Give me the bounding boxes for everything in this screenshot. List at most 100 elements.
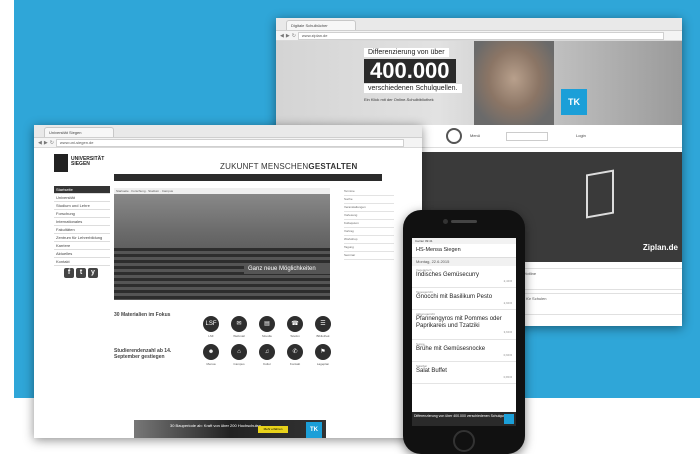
list-item[interactable]: Vortrag	[344, 228, 394, 236]
slogan-light: ZUKUNFT MENSCHEN	[220, 162, 309, 171]
ad-banner[interactable]: Differenzierung von über 400.000 verschi…	[276, 41, 682, 125]
sidebar-item[interactable]: Startseite	[54, 186, 110, 194]
back-icon[interactable]: ◀	[38, 140, 42, 146]
camera-icon	[443, 219, 448, 224]
home-button[interactable]	[453, 430, 475, 452]
ad-banner[interactable]: 30 Bauperiode ab: Kraft von über 200 Hoc…	[134, 420, 326, 438]
url-field[interactable]: www.ziplan.de	[297, 31, 664, 40]
url-field[interactable]: www.uni-siegen.de	[55, 138, 404, 147]
tk-logo-icon	[504, 414, 514, 424]
hero-tabs[interactable]: Startseite · Forschung · Studium · Campu…	[114, 188, 330, 194]
browser-tab[interactable]: Universität Siegen	[44, 127, 114, 137]
side-list: Service-Hotline Werbung für Schulen	[506, 268, 682, 318]
quicklink[interactable]: ♫ Kultur	[258, 344, 276, 366]
logo-text: UNIVERSITÄT SIEGEN	[71, 156, 105, 167]
list-item[interactable]: Veranstaltungen	[344, 204, 394, 212]
browser-tabbar: Universität Siegen	[34, 125, 422, 138]
phone-ad-text: Differenzierung von über 400.000 verschi…	[414, 414, 512, 418]
menu-link[interactable]: Menü	[470, 133, 480, 138]
address-bar: ◀ ▶ ↻ www.ziplan.de	[276, 31, 682, 41]
search-input[interactable]	[506, 132, 548, 141]
sidebar-item[interactable]: Aktuelles	[54, 250, 110, 258]
university-logo[interactable]: UNIVERSITÄT SIEGEN	[54, 154, 124, 176]
banner-small: Ein Klick mit der Online-Schulbibliothek	[364, 97, 434, 102]
map-icon: ⚑	[315, 344, 331, 360]
login-link[interactable]: Login	[576, 133, 586, 138]
quicklink[interactable]: ⌂ Campus	[230, 344, 248, 366]
forward-icon[interactable]: ▶	[44, 140, 48, 146]
library-icon: ☰	[315, 316, 331, 332]
list-item[interactable]: Seminar	[344, 252, 394, 260]
smartphone: Carrier 09:41 HS-Mensa Siegen Montag, 22…	[403, 210, 525, 454]
quicklink[interactable]: ✉ Webmail	[230, 316, 248, 338]
sidebar-item[interactable]: Universität	[54, 194, 110, 202]
back-icon[interactable]: ◀	[280, 33, 284, 39]
book-icon	[586, 169, 614, 219]
sidebar-item[interactable]: Zentrum für Lehrerbildung	[54, 234, 110, 242]
twitter-icon[interactable]: t	[76, 268, 86, 278]
browser-tabbar: Digitale Schulbücher	[276, 18, 682, 31]
reload-icon[interactable]: ↻	[292, 33, 296, 39]
sidebar-item[interactable]: Internationales	[54, 218, 110, 226]
facebook-icon[interactable]: f	[64, 268, 74, 278]
banner-text: 30 Bauperiode ab: Kraft von über 200 Hoc…	[170, 423, 261, 428]
sidebar-item[interactable]: Forschung	[54, 210, 110, 218]
top-navigation[interactable]	[114, 174, 382, 181]
quicklink[interactable]: ☎ Telefon	[286, 316, 304, 338]
phone-icon: ☎	[287, 316, 303, 332]
news-title[interactable]: 30 Materialien im Fokus	[114, 312, 194, 318]
hero-image[interactable]: Startseite · Forschung · Studium · Campu…	[114, 188, 330, 300]
moodle-icon: ▤	[259, 316, 275, 332]
list-item[interactable]: Termine	[344, 188, 394, 196]
browser-tab[interactable]: Digitale Schulbücher	[286, 20, 356, 30]
quicklink[interactable]: ☰ Bibliothek	[314, 316, 332, 338]
quicklink[interactable]: ✆ Kontakt	[286, 344, 304, 366]
youtube-icon[interactable]: y	[88, 268, 98, 278]
quicklink[interactable]: ⚑ Lageplan	[314, 344, 332, 366]
tk-logo: TK	[306, 422, 322, 438]
list-item[interactable]: Workshop	[344, 236, 394, 244]
list-item[interactable]: Suche	[344, 196, 394, 204]
quicklink[interactable]: ☻ Mensa	[202, 344, 220, 366]
quicklink-icon: LSF	[203, 316, 219, 332]
brand-label: Ziplan.de	[642, 243, 678, 252]
sidebar-item[interactable]: Karriere	[54, 242, 110, 250]
app-header[interactable]: HS-Mensa Siegen	[412, 244, 516, 258]
music-icon: ♫	[259, 344, 275, 360]
speaker-grille	[451, 220, 477, 223]
logo-mark-icon	[54, 154, 68, 172]
list-item[interactable]: Vorlesung	[344, 212, 394, 220]
list-item[interactable]: Kolloquium	[344, 220, 394, 228]
banner-line3: verschiedenen Schulquellen.	[364, 84, 462, 93]
date-bar: Montag, 22.6.2015	[412, 258, 516, 266]
banner-line1: Differenzierung von über	[364, 48, 449, 57]
reload-icon[interactable]: ↻	[50, 140, 54, 146]
mensa-icon: ☻	[203, 344, 219, 360]
list-item[interactable]: Service-Hotline	[506, 268, 682, 290]
list-item[interactable]: Tagung	[344, 244, 394, 252]
list-item[interactable]: Werbung für Schulen	[506, 293, 682, 315]
quicklink[interactable]: LSF LSF	[202, 316, 220, 338]
lecture-hall-photo	[114, 248, 330, 300]
sidebar-item[interactable]: Studium und Lehre	[54, 202, 110, 210]
browser-window-uni-siegen[interactable]: Universität Siegen ◀ ▶ ↻ www.uni-siegen.…	[34, 125, 422, 438]
list-item[interactable]: Salatbar Salat Buffet 0,80 €	[412, 362, 516, 384]
social-links: f t y	[64, 268, 98, 278]
banner-photo	[474, 41, 554, 125]
forward-icon[interactable]: ▶	[286, 33, 290, 39]
news-title-2[interactable]: Studierendenzahl ab 14. September gestie…	[114, 348, 194, 360]
page-body: UNIVERSITÄT SIEGEN ZUKUNFT MENSCHENGESTA…	[34, 148, 422, 438]
list-item[interactable]: Tagesgericht Gnocchi mit Basilikum Pesto…	[412, 288, 516, 310]
list-item[interactable]: Suppe Brühe mit Gemüsesnocke 0,90 €	[412, 340, 516, 362]
address-bar: ◀ ▶ ↻ www.uni-siegen.de	[34, 138, 422, 148]
list-item[interactable]: Vegetarisch Indisches Gemüsecurry 2,40 €	[412, 266, 516, 288]
phone-ad-banner[interactable]: Differenzierung von über 400.000 verschi…	[412, 412, 516, 426]
sidebar-item[interactable]: Kontakt	[54, 258, 110, 266]
phone-screen[interactable]: Carrier 09:41 HS-Mensa Siegen Montag, 22…	[412, 238, 516, 426]
banner-button[interactable]: Mehr erfahren	[258, 426, 288, 433]
site-logo-icon[interactable]	[446, 128, 462, 144]
list-item[interactable]: Aktionsgericht Pfannengyros mit Pommes o…	[412, 310, 516, 340]
contact-icon: ✆	[287, 344, 303, 360]
quicklink[interactable]: ▤ Moodle	[258, 316, 276, 338]
sidebar-item[interactable]: Fakultäten	[54, 226, 110, 234]
